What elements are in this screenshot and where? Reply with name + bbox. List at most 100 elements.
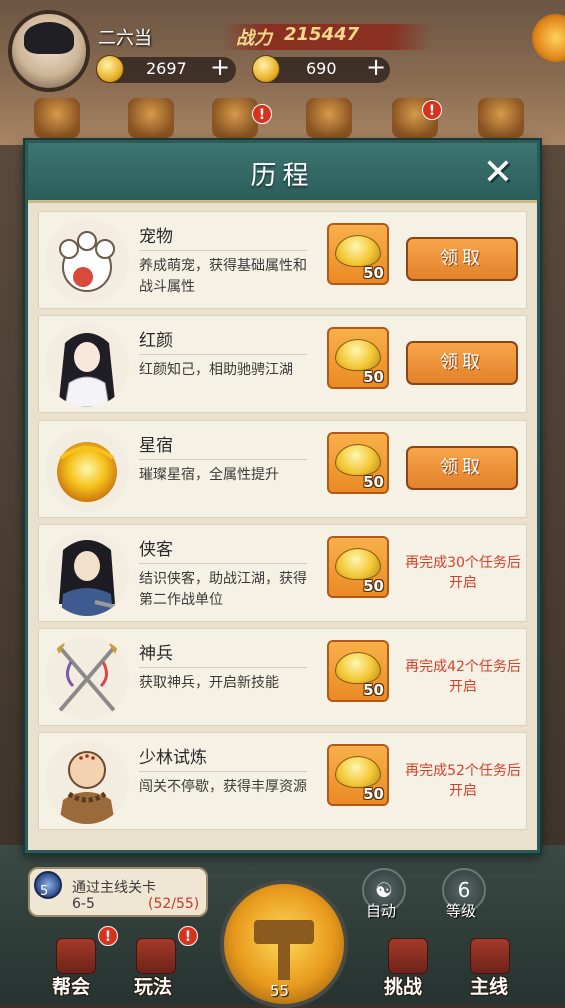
reward-ingot-box: 50 <box>327 327 389 389</box>
level-label: 等级 <box>446 902 477 920</box>
modal-title: 历程 <box>250 161 315 191</box>
power-label: 战力 <box>236 28 272 49</box>
shelf-clothes-icon[interactable] <box>478 98 524 138</box>
gold-ingot-icon <box>335 444 381 476</box>
ingot-add-button[interactable]: + <box>366 55 386 79</box>
avatar-hair <box>24 22 74 54</box>
row-divider <box>139 667 307 668</box>
unlock-requirement: 再完成52个任务后开启 <box>405 763 521 799</box>
row-title: 侠客 <box>139 540 173 560</box>
hammer-handle <box>278 940 290 980</box>
journey-row-weapons: 神兵 获取神兵，开启新技能 50 再完成42个任务后开启 <box>38 628 527 726</box>
reward-ingot-box: 50 <box>327 223 389 285</box>
ingot-value: 690 <box>306 59 337 78</box>
gold-ingot-icon <box>335 339 381 371</box>
pet-paw-icon <box>59 231 115 292</box>
hero-portrait-icon <box>45 532 129 616</box>
reward-ingot-box: 50 <box>327 744 389 806</box>
mainline-icon[interactable] <box>470 938 510 974</box>
play-alert-badge: ! <box>178 926 198 946</box>
row-description: 养成萌宠，获得基础属性和战斗属性 <box>139 258 307 295</box>
constellation-portrait-icon <box>45 428 129 512</box>
row-divider <box>139 771 307 772</box>
reward-ingot-box: 50 <box>327 432 389 494</box>
gold-ingot-icon <box>335 235 381 267</box>
yin-yang-icon: ☯ <box>375 878 393 902</box>
row-title: 少林试炼 <box>139 748 207 768</box>
lady-figure-icon <box>59 333 115 407</box>
row-description: 结识侠客，助战江湖，获得第二作战单位 <box>139 571 307 608</box>
modal-header: 历程 ✕ <box>28 143 537 203</box>
journey-row-constellation: 星宿 璀璨星宿，全属性提升 50 领取 <box>38 420 527 518</box>
journey-row-pet: 宠物 养成萌宠，获得基础属性和战斗属性 50 领取 <box>38 211 527 309</box>
level-value: 6 <box>457 878 471 902</box>
power-value: 215447 <box>284 24 360 45</box>
shelf-gift-alert-badge: ! <box>422 100 442 120</box>
gold-ingot-icon <box>335 652 381 684</box>
reward-ingot-box: 50 <box>327 640 389 702</box>
nav-challenge[interactable]: 挑战 <box>384 972 422 999</box>
reward-count: 50 <box>363 473 384 491</box>
claim-button[interactable]: 领取 <box>406 446 518 490</box>
close-button[interactable]: ✕ <box>476 151 520 195</box>
row-title: 星宿 <box>139 436 173 456</box>
reward-count: 50 <box>363 264 384 282</box>
row-divider <box>139 354 307 355</box>
row-title: 神兵 <box>139 644 173 664</box>
stage-progress: (52/55) <box>148 896 200 912</box>
claim-button[interactable]: 领取 <box>406 341 518 385</box>
auto-label: 自动 <box>366 902 397 920</box>
unlock-requirement: 再完成30个任务后开启 <box>405 555 521 591</box>
pet-portrait-icon <box>45 219 129 303</box>
journey-row-shaolin: 少林试炼 闯关不停歇，获得丰厚资源 50 再完成52个任务后开启 <box>38 732 527 830</box>
nav-play[interactable]: 玩法 <box>134 972 172 999</box>
ingot-icon <box>252 55 280 83</box>
coin-icon <box>96 55 124 83</box>
row-divider <box>139 563 307 564</box>
row-divider <box>139 459 307 460</box>
journey-modal: 历程 ✕ 宠物 养成萌宠，获得基础属性和战斗属性 50 领取 红颜 红颜知己，相… <box>25 140 540 853</box>
row-divider <box>139 250 307 251</box>
reward-ingot-box: 50 <box>327 536 389 598</box>
shaolin-portrait-icon <box>45 740 129 824</box>
nav-guild[interactable]: 帮会 <box>52 972 90 999</box>
challenge-icon[interactable] <box>388 938 428 974</box>
row-description: 红颜知己，相助驰骋江湖 <box>139 362 293 378</box>
row-description: 闯关不停歇，获得丰厚资源 <box>139 779 307 795</box>
forge-level: 55 <box>270 982 290 1000</box>
row-title: 红颜 <box>139 331 173 351</box>
stage-label: 通过主线关卡 <box>72 880 156 896</box>
shelf-scroll-icon[interactable] <box>128 98 174 138</box>
row-description: 璀璨星宿，全属性提升 <box>139 467 279 483</box>
reward-count: 50 <box>363 785 384 803</box>
shelf-alert-badge: ! <box>252 104 272 124</box>
journey-row-hero: 侠客 结识侠客，助战江湖，获得第二作战单位 50 再完成30个任务后开启 <box>38 524 527 622</box>
stage-badge: 5 <box>40 884 49 899</box>
nav-mainline[interactable]: 主线 <box>470 972 508 999</box>
reward-count: 50 <box>363 681 384 699</box>
journey-list[interactable]: 宠物 养成萌宠，获得基础属性和战斗属性 50 领取 红颜 红颜知己，相助驰骋江湖 <box>38 211 527 839</box>
gold-ingot-icon <box>335 756 381 788</box>
journey-row-beauty: 红颜 红颜知己，相助驰骋江湖 50 领取 <box>38 315 527 413</box>
shelf-bag-icon[interactable] <box>212 98 258 138</box>
row-title: 宠物 <box>139 227 173 247</box>
row-description: 获取神兵，开启新技能 <box>139 675 279 691</box>
shelf-book-icon[interactable] <box>306 98 352 138</box>
guild-alert-badge: ! <box>98 926 118 946</box>
gold-ingot-icon <box>335 548 381 580</box>
swordsman-icon <box>59 540 129 616</box>
shelf-chest-icon[interactable] <box>34 98 80 138</box>
coin-value: 2697 <box>146 59 187 78</box>
weapons-portrait-icon <box>45 636 129 720</box>
monk-icon <box>59 751 115 824</box>
claim-button[interactable]: 领取 <box>406 237 518 281</box>
golden-orb-icon <box>57 442 117 502</box>
stage-code: 6-5 <box>72 896 95 912</box>
reward-count: 50 <box>363 368 384 386</box>
player-name: 二六当 <box>98 28 152 49</box>
coin-add-button[interactable]: + <box>210 55 230 79</box>
player-avatar[interactable] <box>8 10 90 92</box>
play-icon[interactable] <box>136 938 176 974</box>
guild-icon[interactable] <box>56 938 96 974</box>
crossed-spears-icon <box>53 640 121 716</box>
